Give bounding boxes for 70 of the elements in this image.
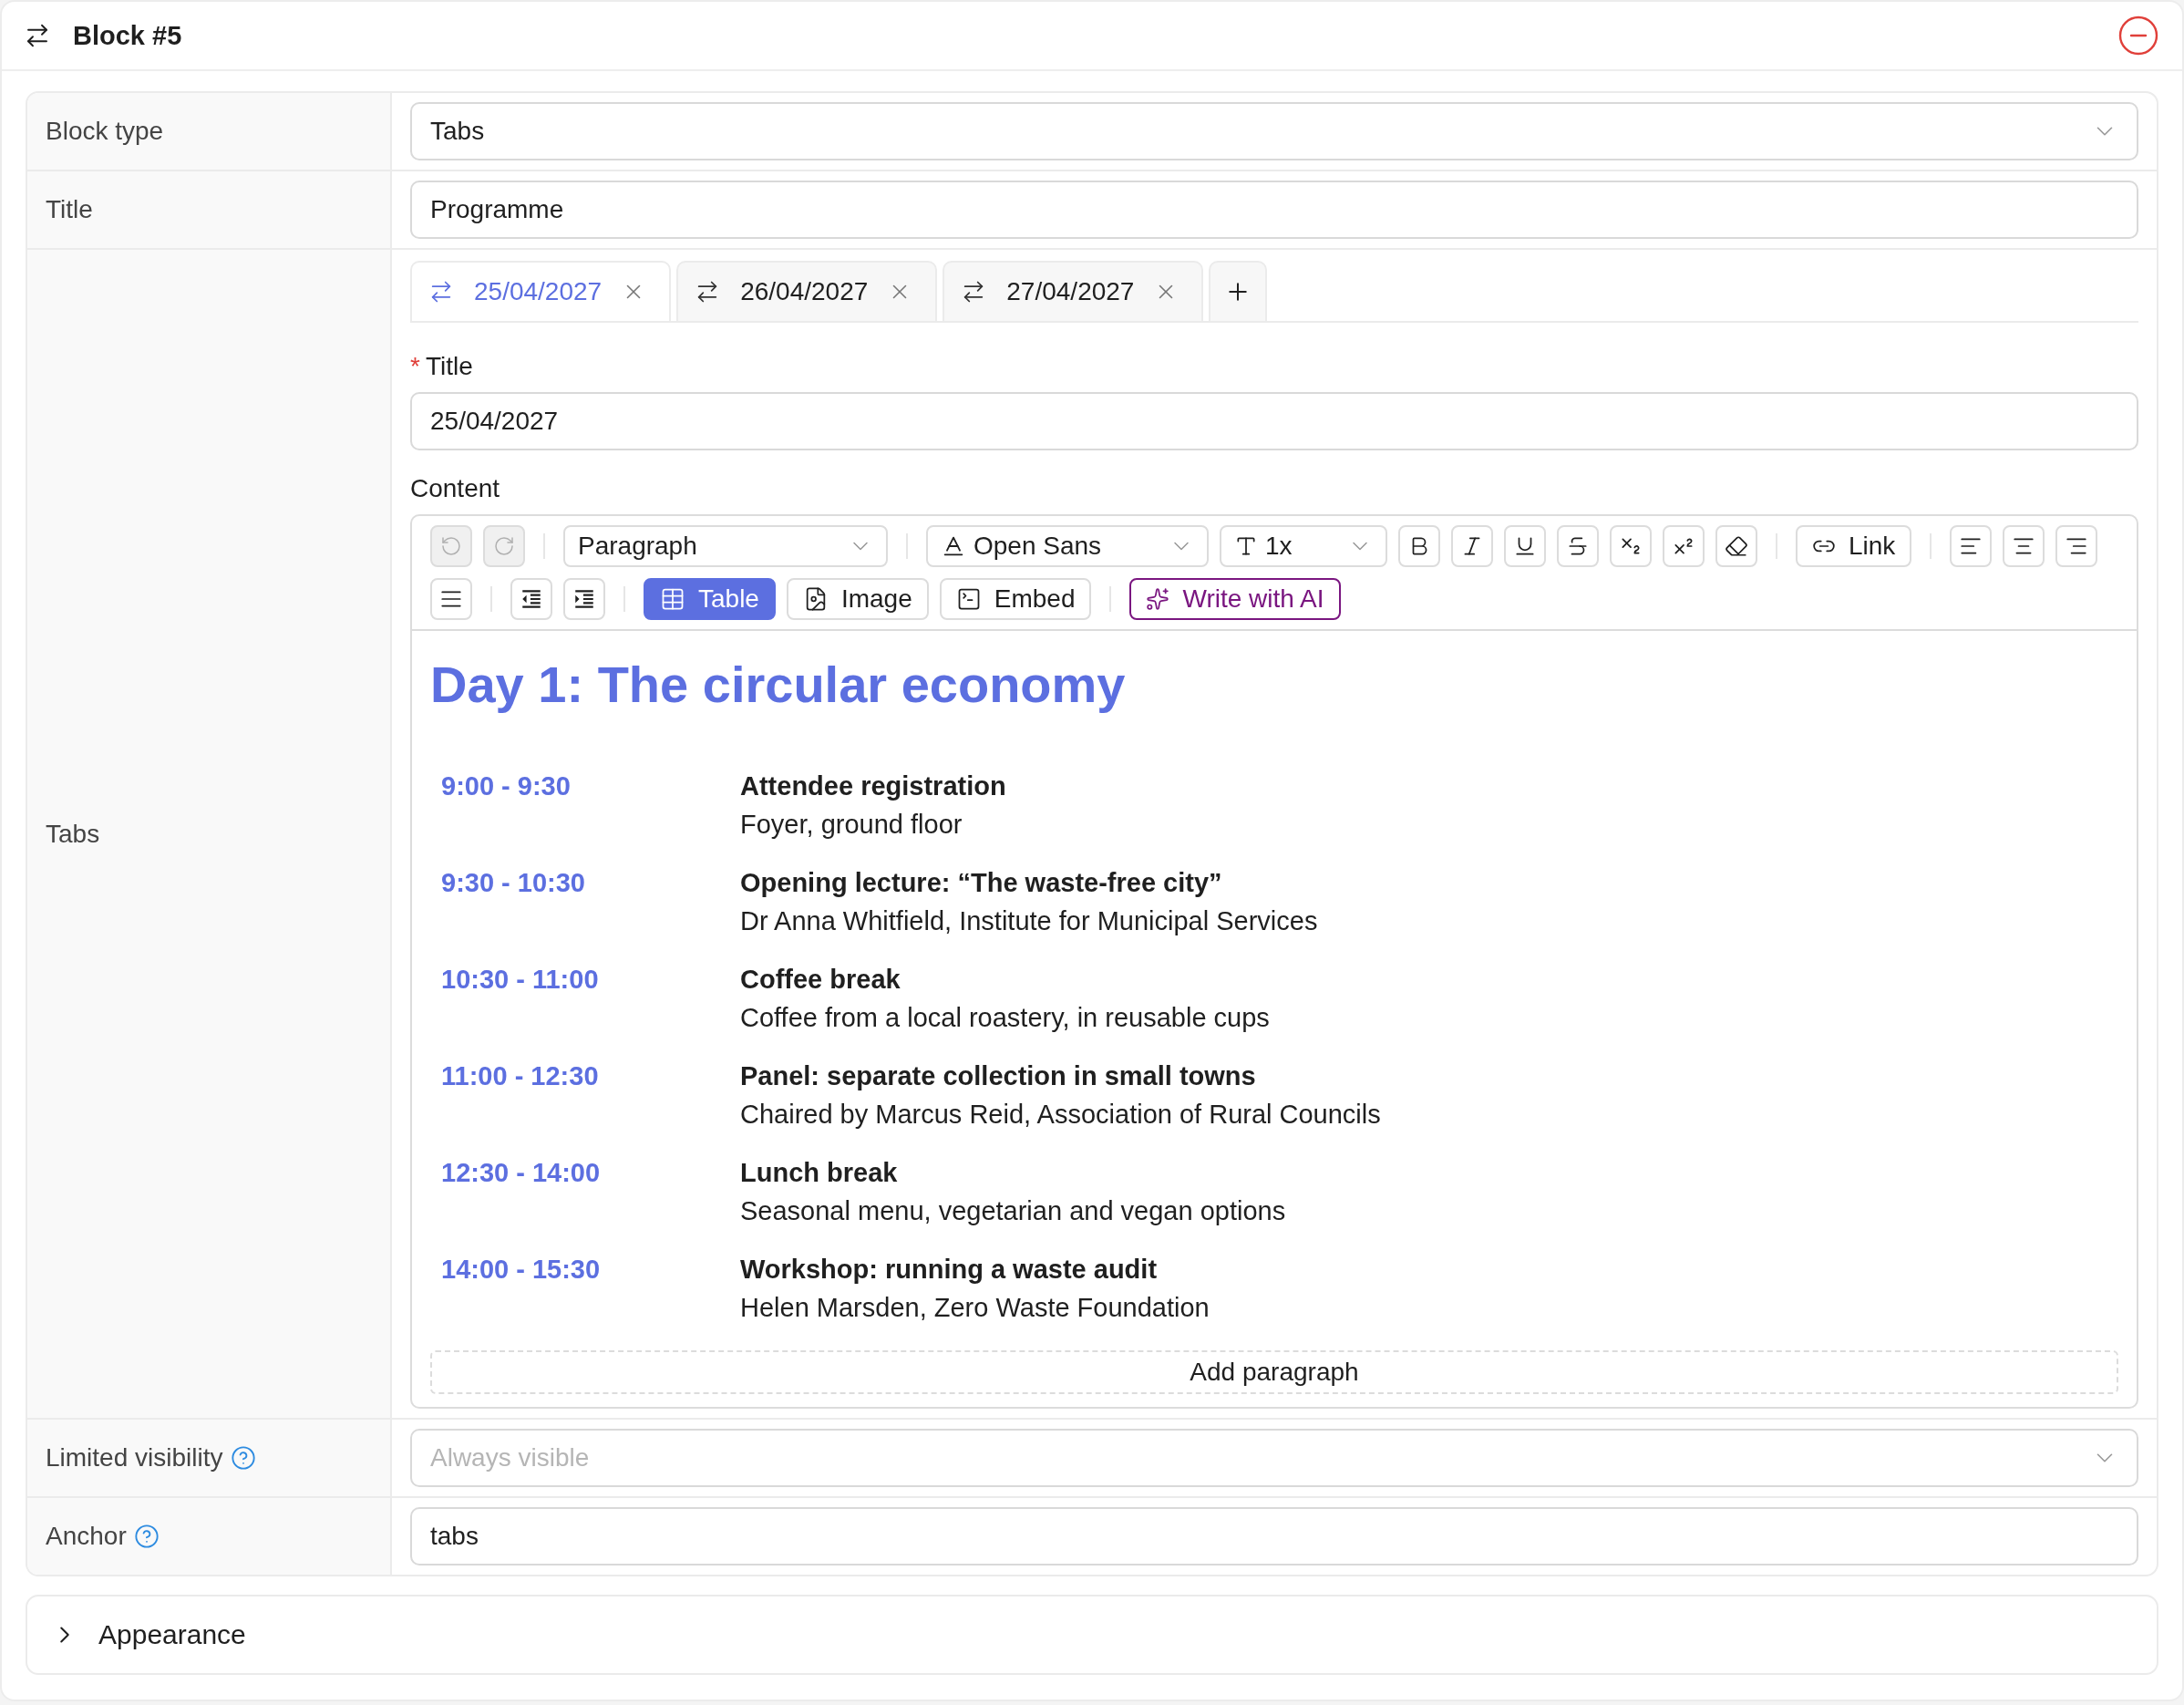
field-label: Anchor bbox=[46, 1522, 127, 1551]
section-title: Appearance bbox=[98, 1619, 246, 1650]
outdent-icon bbox=[520, 587, 543, 611]
superscript-button[interactable] bbox=[1663, 525, 1705, 567]
font-select[interactable]: Open Sans bbox=[926, 525, 1209, 567]
align-center-button[interactable] bbox=[2003, 525, 2045, 567]
link-button[interactable]: Link bbox=[1796, 525, 1912, 567]
justify-button[interactable] bbox=[430, 578, 472, 620]
indent-icon bbox=[572, 587, 596, 611]
italic-button[interactable] bbox=[1451, 525, 1493, 567]
help-icon[interactable] bbox=[133, 1524, 160, 1549]
strikethrough-button[interactable] bbox=[1557, 525, 1599, 567]
text-size-icon bbox=[1234, 534, 1258, 558]
session-detail: Dr Anna Whitfield, Institute for Municipal Services bbox=[740, 905, 1319, 937]
session-detail: Chaired by Marcus Reid, Association of Rural Councils bbox=[740, 1099, 1382, 1131]
session-detail: Foyer, ground floor bbox=[740, 809, 963, 841]
indent-button[interactable] bbox=[563, 578, 605, 620]
field-label: Title bbox=[46, 195, 93, 224]
align-right-button[interactable] bbox=[2055, 525, 2098, 567]
block-title: Block #5 bbox=[73, 20, 183, 51]
session-title: Panel: separate collection in small towns bbox=[740, 1060, 1257, 1092]
insert-embed-button[interactable]: Embed bbox=[939, 578, 1092, 620]
select-field[interactable]: Tabs bbox=[410, 102, 2138, 160]
bold-button[interactable] bbox=[1398, 525, 1440, 567]
eraser-icon bbox=[1725, 534, 1748, 558]
session-title: Opening lecture: “The waste-free city” bbox=[740, 867, 1223, 899]
clear-format-button[interactable] bbox=[1715, 525, 1757, 567]
insert-image-button[interactable]: Image bbox=[786, 578, 929, 620]
session-title: Workshop: running a waste audit bbox=[740, 1254, 1159, 1286]
block-style-select[interactable]: Paragraph bbox=[563, 525, 888, 567]
appearance-section[interactable]: Appearance bbox=[26, 1595, 2158, 1675]
session-detail: Seasonal menu, vegetarian and vegan options bbox=[740, 1195, 1287, 1227]
session-time: 11:00 - 12:30 bbox=[441, 1060, 600, 1092]
input-field[interactable]: tabs bbox=[410, 1507, 2138, 1566]
session-time: 9:00 - 9:30 bbox=[441, 770, 572, 802]
content-label: Content bbox=[410, 474, 501, 503]
title-label: Title bbox=[425, 352, 473, 381]
underline-button[interactable] bbox=[1504, 525, 1546, 567]
session-time: 14:00 - 15:30 bbox=[441, 1254, 602, 1286]
input-field[interactable]: 25/04/2027 bbox=[410, 392, 2138, 450]
write-with-ai-button[interactable]: Write with AI bbox=[1129, 578, 1341, 620]
help-icon[interactable] bbox=[230, 1445, 256, 1471]
session-title: Attendee registration bbox=[740, 770, 1007, 802]
session-time: 9:30 - 10:30 bbox=[441, 867, 586, 899]
subscript-button[interactable] bbox=[1610, 525, 1652, 567]
session-detail: Helen Marsden, Zero Waste Foundation bbox=[740, 1292, 1210, 1324]
font-size-select[interactable]: 1x bbox=[1220, 525, 1387, 567]
insert-table-button[interactable]: Table bbox=[644, 578, 776, 620]
field-label: Block type bbox=[46, 117, 164, 146]
add-paragraph-button[interactable]: Add paragraph bbox=[430, 1350, 2118, 1394]
required-mark: * bbox=[410, 352, 420, 381]
tab[interactable]: 26/04/2027 bbox=[676, 261, 938, 321]
input-field[interactable]: Programme bbox=[410, 181, 2138, 239]
session-title: Coffee break bbox=[740, 964, 901, 996]
field-label: Limited visibility bbox=[46, 1443, 223, 1472]
table-icon bbox=[660, 586, 685, 612]
sparkles-icon bbox=[1146, 587, 1170, 611]
redo-icon bbox=[493, 535, 515, 557]
session-title: Lunch break bbox=[740, 1157, 899, 1189]
align-left-button[interactable] bbox=[1950, 525, 1993, 567]
undo-icon bbox=[440, 535, 462, 557]
field-label: Tabs bbox=[46, 819, 100, 849]
session-time: 10:30 - 11:00 bbox=[441, 964, 600, 996]
outdent-button[interactable] bbox=[510, 578, 552, 620]
session-detail: Coffee from a local roastery, in reusable cups bbox=[740, 1002, 1271, 1034]
tab[interactable]: 27/04/2027 bbox=[943, 261, 1204, 321]
tab[interactable]: 25/04/2027 bbox=[410, 261, 672, 321]
document-heading: Day 1: The circular economy bbox=[430, 655, 1127, 714]
session-time: 12:30 - 14:00 bbox=[441, 1157, 602, 1189]
remove-icon[interactable] bbox=[2117, 14, 2160, 57]
